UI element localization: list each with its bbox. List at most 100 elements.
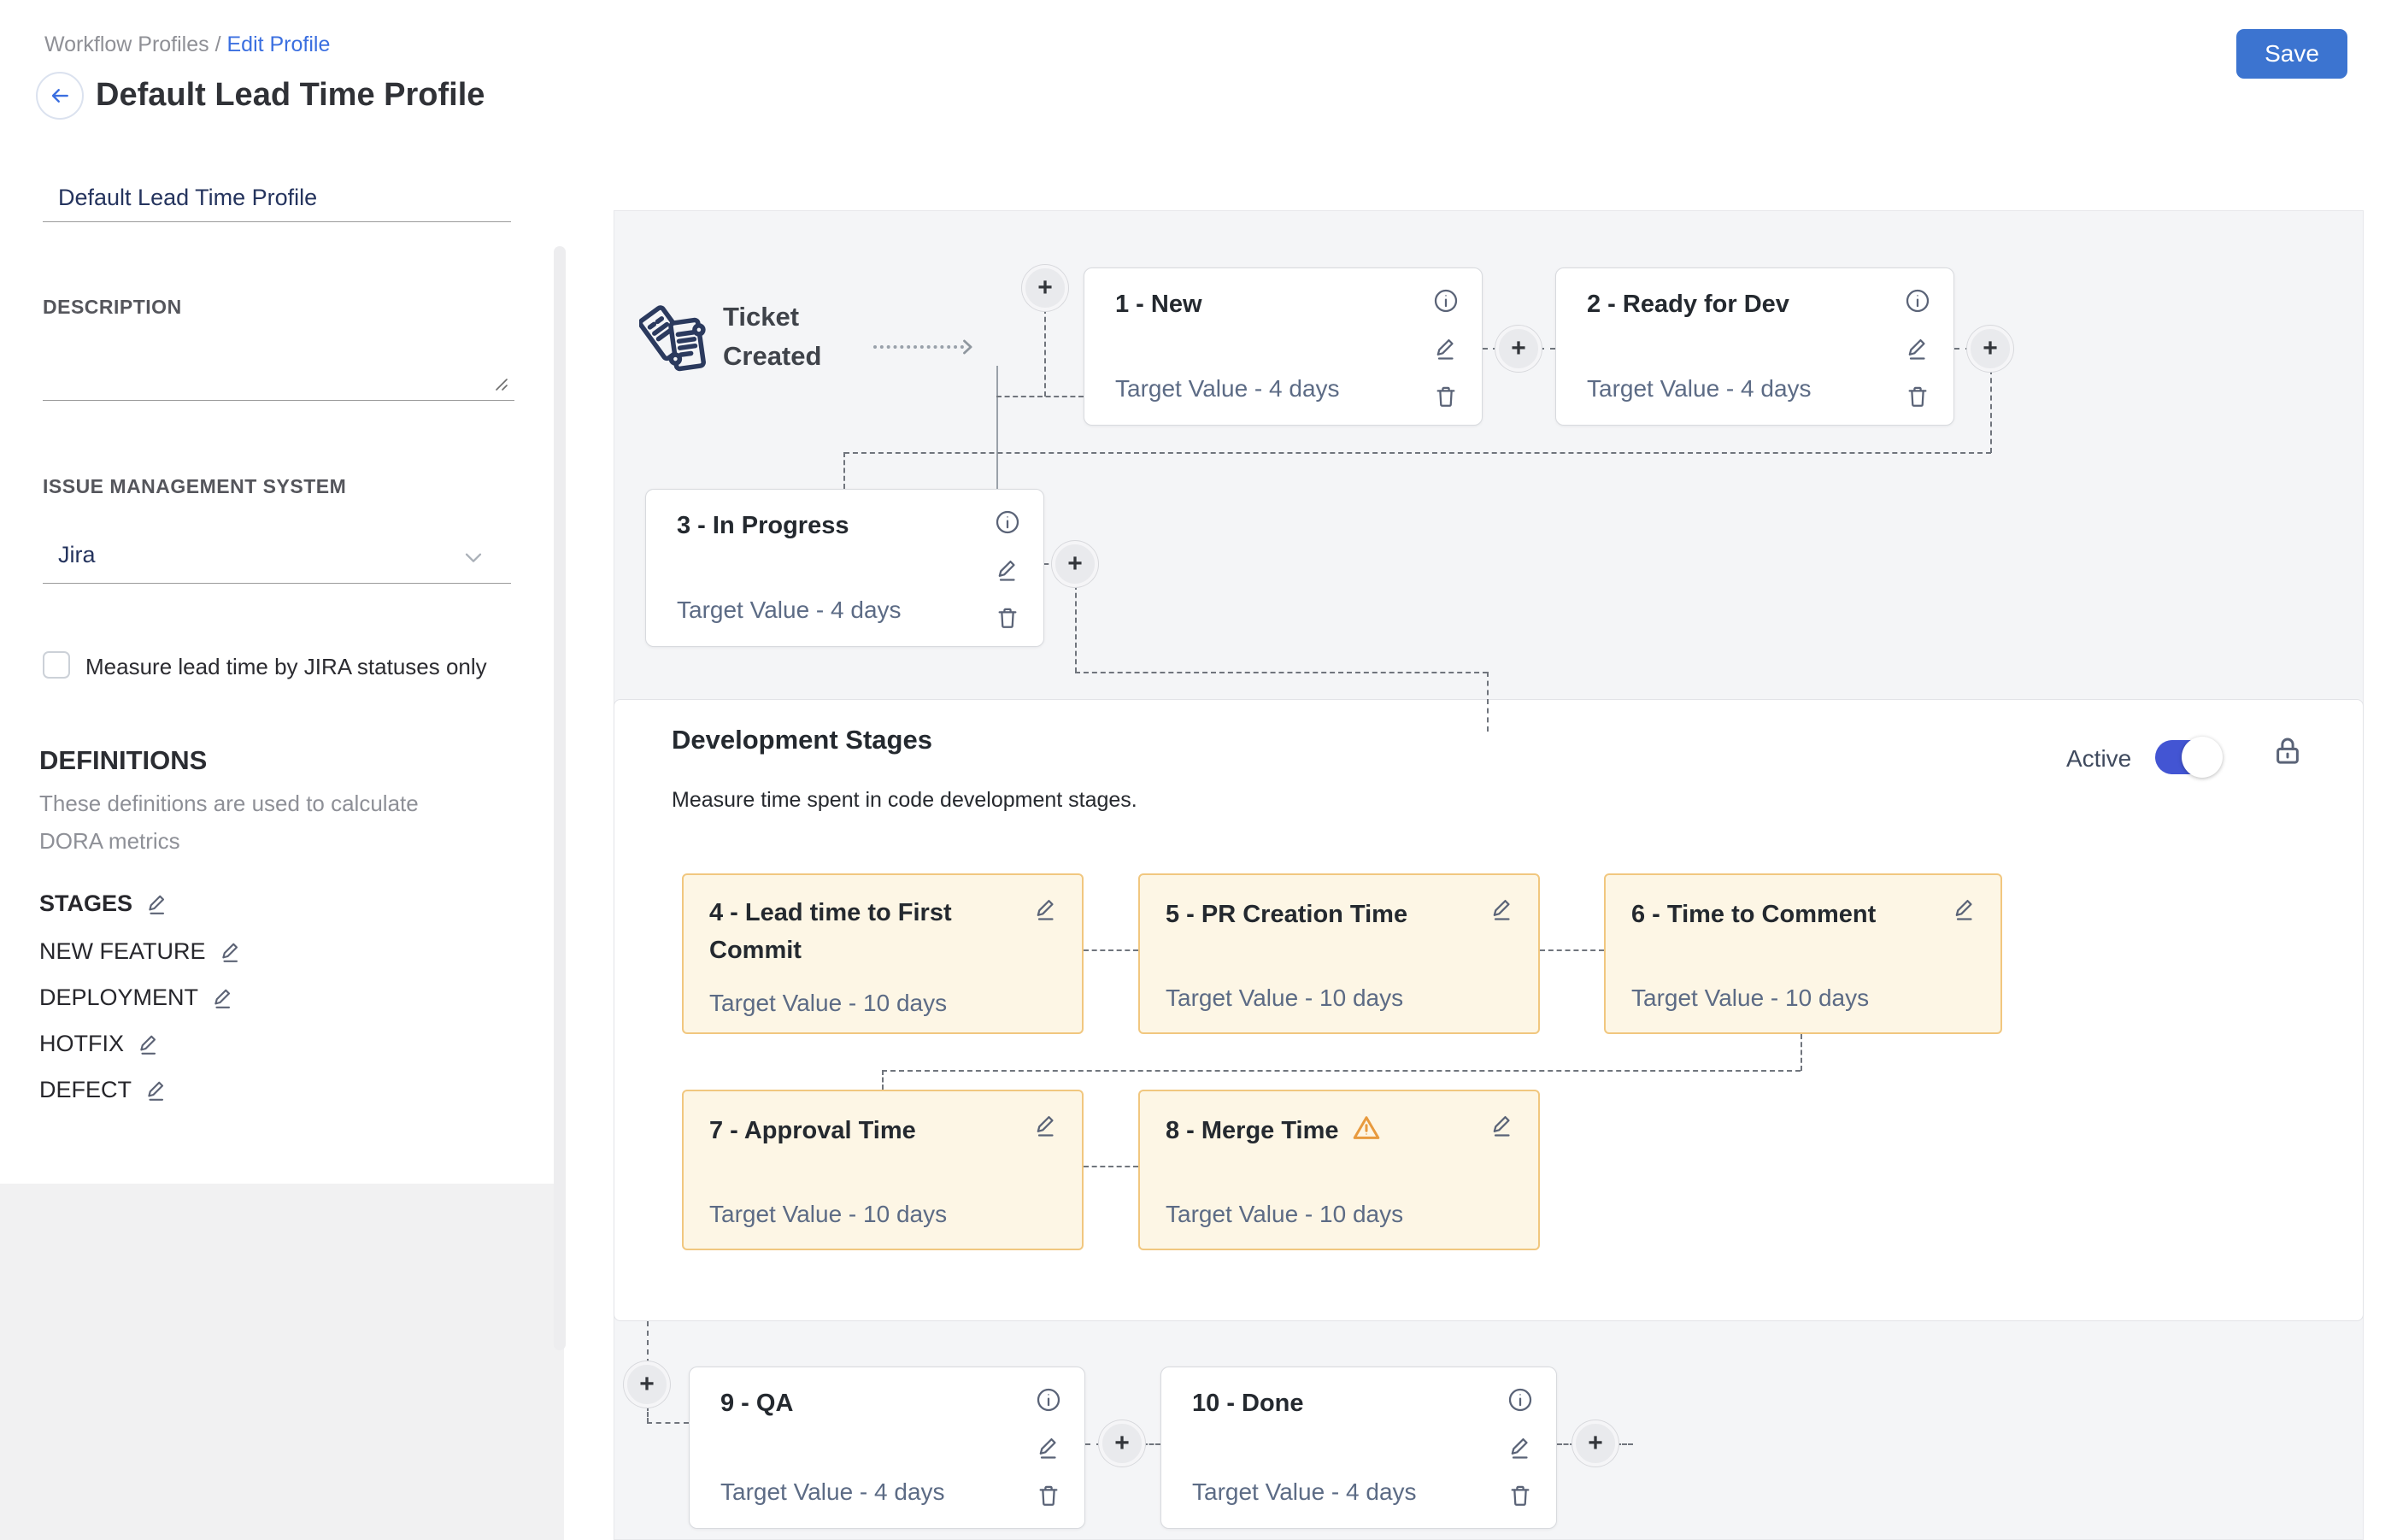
add-stage-button[interactable]: +	[1052, 541, 1098, 587]
sidebar-scrollbar[interactable]	[554, 246, 566, 1350]
connector	[1487, 672, 1489, 732]
edit-pencil-icon[interactable]	[1904, 335, 1931, 362]
connector	[1075, 672, 1488, 673]
delete-trash-icon[interactable]	[1507, 1482, 1534, 1509]
stage-card-target-value: Target Value - 4 days	[720, 1478, 945, 1506]
lock-icon[interactable]	[2270, 733, 2306, 769]
definitions-title: DEFINITIONS	[39, 745, 207, 776]
edit-pencil-icon[interactable]	[1032, 896, 1060, 923]
profile-name-input[interactable]	[43, 181, 511, 222]
jira-statuses-checkbox-label: Measure lead time by JIRA statuses only	[85, 654, 487, 680]
delete-trash-icon[interactable]	[1432, 383, 1460, 410]
connector	[647, 1422, 689, 1424]
connector	[1143, 1443, 1160, 1445]
add-stage-button[interactable]: +	[1022, 265, 1068, 311]
connector	[1044, 309, 1046, 397]
edit-pencil-icon[interactable]	[1035, 1434, 1062, 1461]
stage-card-ready-for-dev[interactable]: 2 - Ready for Dev Target Value - 4 days	[1555, 267, 1954, 426]
edit-deployment-icon[interactable]	[210, 985, 236, 1011]
delete-trash-icon[interactable]	[994, 604, 1021, 632]
stage-card-target-value: Target Value - 4 days	[677, 597, 902, 624]
connector	[647, 1406, 649, 1423]
page-title: Default Lead Time Profile	[96, 77, 485, 114]
edit-pencil-icon[interactable]	[1489, 1112, 1516, 1139]
edit-pencil-icon[interactable]	[1032, 1112, 1060, 1139]
dev-stage-target-value: Target Value - 10 days	[1166, 1201, 1403, 1228]
info-icon[interactable]	[994, 508, 1021, 536]
issue-management-system-select[interactable]: Jira	[43, 532, 511, 584]
plus-icon: +	[1511, 336, 1526, 361]
stage-card-title: 3 - In Progress	[677, 512, 849, 540]
dev-stage-card-lead-time-first-commit[interactable]: 4 - Lead time to First Commit Target Val…	[682, 873, 1084, 1034]
edit-pencil-icon[interactable]	[1507, 1434, 1534, 1461]
connector	[1084, 1166, 1138, 1167]
resize-handle-icon[interactable]	[489, 373, 511, 393]
breadcrumb-current[interactable]: Edit Profile	[226, 32, 330, 56]
active-toggle[interactable]	[2155, 740, 2218, 774]
dev-stage-card-merge-time[interactable]: 8 - Merge Time Target Value - 10 days	[1138, 1090, 1540, 1250]
stages-label: STAGES	[39, 890, 132, 917]
info-icon[interactable]	[1507, 1386, 1534, 1414]
info-icon[interactable]	[1904, 287, 1931, 314]
stage-card-target-value: Target Value - 4 days	[1587, 375, 1812, 403]
dev-stage-title: 8 - Merge Time	[1166, 1112, 1524, 1149]
edit-pencil-icon[interactable]	[1489, 896, 1516, 923]
start-label-line1: Ticket	[723, 297, 821, 337]
edit-pencil-icon[interactable]	[1432, 335, 1460, 362]
connector	[882, 1070, 1801, 1072]
plus-icon: +	[1588, 1431, 1603, 1456]
save-button[interactable]: Save	[2236, 29, 2347, 79]
stage-card-new[interactable]: 1 - New Target Value - 4 days	[1084, 267, 1483, 426]
stage-card-title: 9 - QA	[720, 1390, 793, 1418]
add-stage-button[interactable]: +	[624, 1361, 670, 1408]
chevron-down-icon	[460, 544, 487, 571]
edit-pencil-icon[interactable]	[1951, 896, 1978, 923]
add-stage-button[interactable]: +	[1572, 1420, 1618, 1467]
stage-type-label: HOTFIX	[39, 1031, 124, 1057]
dev-stage-card-time-to-comment[interactable]: 6 - Time to Comment Target Value - 10 da…	[1604, 873, 2002, 1034]
toggle-knob	[2182, 737, 2223, 778]
add-stage-button[interactable]: +	[1495, 326, 1542, 372]
stage-type-deployment: DEPLOYMENT	[39, 985, 236, 1011]
definitions-subtitle: These definitions are used to calculate …	[39, 785, 449, 860]
info-icon[interactable]	[1035, 1386, 1062, 1414]
stage-card-title: 10 - Done	[1192, 1390, 1304, 1418]
connector	[843, 452, 845, 489]
breadcrumb-root[interactable]: Workflow Profiles	[44, 32, 209, 56]
edit-pencil-icon[interactable]	[994, 556, 1021, 584]
connector	[1084, 949, 1138, 951]
stage-type-hotfix: HOTFIX	[39, 1031, 162, 1057]
start-label-line2: Created	[723, 337, 821, 376]
dev-stage-card-pr-creation-time[interactable]: 5 - PR Creation Time Target Value - 10 d…	[1138, 873, 1540, 1034]
edit-hotfix-icon[interactable]	[136, 1032, 162, 1057]
description-textarea[interactable]	[43, 332, 514, 401]
stage-card-qa[interactable]: 9 - QA Target Value - 4 days	[689, 1367, 1085, 1529]
edit-defect-icon[interactable]	[144, 1078, 169, 1103]
back-button[interactable]	[36, 72, 84, 120]
plus-icon: +	[1114, 1431, 1130, 1456]
dev-stage-title: 6 - Time to Comment	[1631, 896, 1922, 933]
edit-stages-icon[interactable]	[144, 891, 170, 917]
connector	[1540, 949, 1604, 951]
delete-trash-icon[interactable]	[1035, 1482, 1062, 1509]
stage-card-done[interactable]: 10 - Done Target Value - 4 days	[1160, 1367, 1557, 1529]
warning-triangle-icon[interactable]	[1351, 1113, 1382, 1143]
connector	[882, 1070, 884, 1090]
stage-type-defect: DEFECT	[39, 1077, 169, 1103]
select-value: Jira	[58, 542, 96, 568]
issue-management-system-label: ISSUE MANAGEMENT SYSTEM	[43, 475, 346, 498]
stage-card-in-progress[interactable]: 3 - In Progress Target Value - 4 days	[645, 489, 1044, 647]
add-stage-button[interactable]: +	[1967, 326, 2013, 372]
dev-stage-card-approval-time[interactable]: 7 - Approval Time Target Value - 10 days	[682, 1090, 1084, 1250]
stage-type-label: DEFECT	[39, 1077, 132, 1103]
add-stage-button[interactable]: +	[1099, 1420, 1145, 1467]
dev-stage-title: 5 - PR Creation Time	[1166, 896, 1456, 933]
plus-icon: +	[639, 1372, 655, 1397]
start-connector-arrow	[873, 345, 964, 349]
stage-type-new-feature: NEW FEATURE	[39, 938, 244, 965]
ticket-icon	[639, 297, 721, 390]
delete-trash-icon[interactable]	[1904, 383, 1931, 410]
info-icon[interactable]	[1432, 287, 1460, 314]
edit-new-feature-icon[interactable]	[218, 939, 244, 965]
jira-statuses-checkbox[interactable]	[43, 651, 70, 679]
